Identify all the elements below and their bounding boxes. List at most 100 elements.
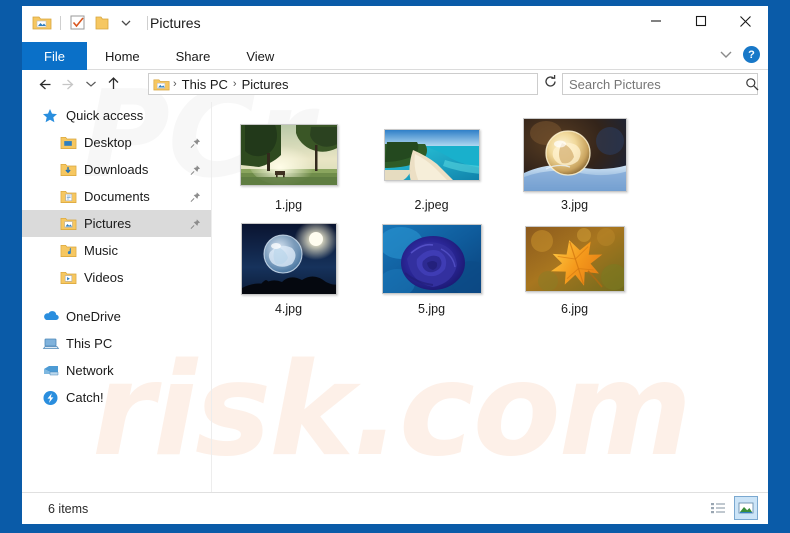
pin-icon[interactable] — [190, 191, 201, 202]
folder-music-icon — [60, 243, 78, 259]
sidebar-item-label: Downloads — [84, 162, 149, 177]
folder-pictures-icon[interactable] — [32, 14, 52, 32]
breadcrumb[interactable]: › This PC › Pictures — [148, 73, 538, 95]
sidebar-item-pictures[interactable]: Pictures — [22, 210, 211, 237]
sidebar-item-catch[interactable]: Catch! — [22, 384, 211, 411]
sidebar-item-label: Music — [84, 243, 118, 258]
folder-downloads-icon — [60, 162, 78, 178]
file-name: 6.jpg — [560, 302, 589, 316]
sidebar-item-videos[interactable]: Videos — [22, 264, 211, 291]
window-title: Pictures — [150, 15, 201, 31]
file-item[interactable]: 5.jpg — [360, 220, 503, 324]
breadcrumb-separator-1[interactable]: › — [173, 78, 177, 90]
sidebar-item-this-pc[interactable]: This PC — [22, 330, 211, 357]
sidebar-item-network[interactable]: Network — [22, 357, 211, 384]
details-view-icon[interactable] — [706, 496, 730, 520]
tab-file[interactable]: File — [22, 42, 87, 70]
this-pc-icon — [42, 336, 60, 352]
file-name: 2.jpeg — [414, 198, 449, 212]
file-list-view[interactable]: 1.jpg 2.jpeg 3.jpg 4.jpg 5.jpg 6.jpg — [213, 102, 768, 492]
help-button[interactable]: ? — [743, 46, 760, 63]
file-item[interactable]: 3.jpg — [503, 116, 646, 220]
file-name: 5.jpg — [417, 302, 446, 316]
thumbnail-bubble-moon-night[interactable] — [240, 223, 337, 295]
properties-icon[interactable] — [69, 14, 89, 32]
quick-access-toolbar — [32, 14, 151, 32]
breadcrumb-folder-icon — [153, 77, 170, 92]
sidebar-item-documents[interactable]: Documents — [22, 183, 211, 210]
ribbon-bar: File Home Share View ? — [22, 42, 768, 70]
file-name: 1.jpg — [274, 198, 303, 212]
navigation-pane[interactable]: Quick access Desktop Downloads Documents… — [22, 102, 212, 492]
breadcrumb-separator-2[interactable]: › — [233, 78, 237, 90]
thumbnail-frozen-bubble-snow[interactable] — [522, 118, 627, 192]
close-button[interactable] — [723, 6, 768, 36]
tab-home[interactable]: Home — [87, 42, 158, 70]
tab-share[interactable]: Share — [158, 42, 229, 70]
sidebar-item-onedrive[interactable]: OneDrive — [22, 303, 211, 330]
sidebar-item-downloads[interactable]: Downloads — [22, 156, 211, 183]
explorer-window: PCr risk.com Pictures File Home Share Vi… — [22, 6, 768, 524]
title-bar: Pictures — [22, 6, 768, 42]
ribbon-right-controls: ? — [719, 46, 760, 63]
thumbnail-tropical-beach[interactable] — [383, 129, 480, 181]
tab-view[interactable]: View — [228, 42, 292, 70]
breadcrumb-item-pictures[interactable]: Pictures — [240, 77, 291, 92]
sidebar-item-music[interactable]: Music — [22, 237, 211, 264]
pin-icon[interactable] — [190, 164, 201, 175]
onedrive-cloud-icon — [42, 309, 60, 325]
sidebar-item-label: Videos — [84, 270, 124, 285]
search-box[interactable] — [562, 73, 759, 95]
breadcrumb-item-this-pc[interactable]: This PC — [180, 77, 230, 92]
search-icon[interactable] — [745, 77, 759, 91]
thumbnail-wrapper — [381, 220, 482, 298]
sidebar-item-desktop[interactable]: Desktop — [22, 129, 211, 156]
file-item[interactable]: 2.jpeg — [360, 116, 503, 220]
file-name: 4.jpg — [274, 302, 303, 316]
qat-divider-1 — [60, 16, 61, 30]
chevron-down-icon[interactable] — [719, 50, 733, 60]
thumbnail-autumn-maple-leaf[interactable] — [524, 226, 625, 292]
refresh-icon[interactable] — [543, 74, 558, 89]
thumbnail-blue-rose[interactable] — [381, 224, 482, 294]
ribbon-tabs: File Home Share View — [22, 42, 768, 70]
up-button[interactable] — [100, 71, 126, 97]
sidebar-item-label: Desktop — [84, 135, 132, 150]
qat-divider-2 — [147, 16, 148, 30]
thumbnail-wrapper — [240, 220, 337, 298]
large-icons-view-icon[interactable] — [734, 496, 758, 520]
file-item[interactable]: 1.jpg — [217, 116, 360, 220]
thumbnail-wrapper — [522, 116, 627, 194]
sidebar-item-label: Pictures — [84, 216, 131, 231]
item-count: 6 items — [48, 501, 89, 516]
pin-icon[interactable] — [190, 218, 201, 229]
star-icon — [42, 108, 60, 124]
thumbnail-wrapper — [524, 220, 625, 298]
thumbnail-wrapper — [383, 116, 480, 194]
search-input[interactable] — [569, 76, 745, 92]
folder-documents-icon — [60, 189, 78, 205]
view-toggle-group — [706, 496, 758, 520]
file-grid: 1.jpg 2.jpeg 3.jpg 4.jpg 5.jpg 6.jpg — [217, 116, 768, 324]
pin-icon[interactable] — [190, 137, 201, 148]
file-item[interactable]: 6.jpg — [503, 220, 646, 324]
thumbnail-forest-sunset[interactable] — [239, 124, 338, 186]
file-item[interactable]: 4.jpg — [217, 220, 360, 324]
status-bar: 6 items — [22, 492, 768, 524]
maximize-button[interactable] — [678, 6, 723, 36]
customize-qat-chevron-icon[interactable] — [119, 14, 139, 32]
minimize-button[interactable] — [633, 6, 678, 36]
file-name: 3.jpg — [560, 198, 589, 212]
back-button[interactable] — [30, 71, 56, 97]
sidebar-item-label: Quick access — [66, 108, 144, 123]
new-folder-icon[interactable] — [94, 14, 114, 32]
sidebar-item-quick-access[interactable]: Quick access — [22, 102, 211, 129]
forward-button — [56, 71, 82, 97]
sidebar-item-label: Network — [66, 363, 114, 378]
recent-locations-button[interactable] — [82, 71, 100, 97]
folder-desktop-icon — [60, 135, 78, 151]
sidebar-item-label: Documents — [84, 189, 150, 204]
window-controls — [633, 6, 768, 36]
catch-app-icon — [42, 390, 60, 406]
address-bar: › This PC › Pictures — [22, 70, 768, 98]
